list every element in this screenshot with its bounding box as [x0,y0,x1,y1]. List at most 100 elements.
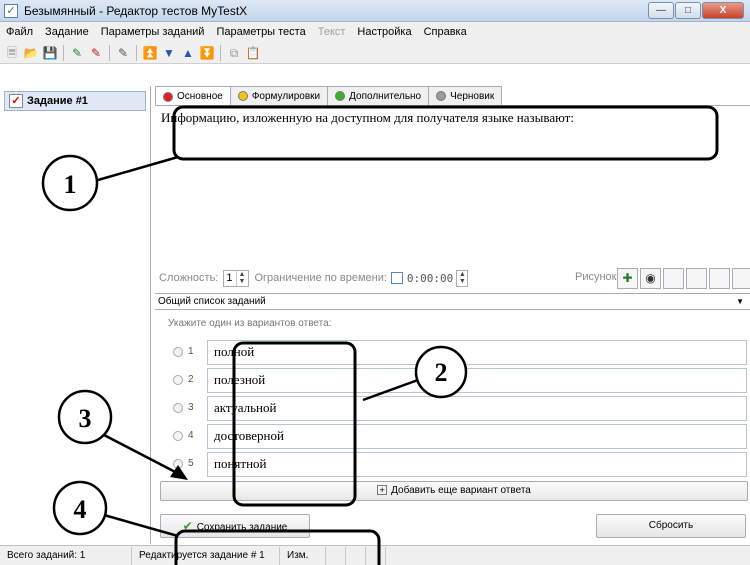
title-bar: ✓ Безымянный - Редактор тестов MyTestX —… [0,0,750,22]
toolbar-separator [63,44,64,61]
chevron-down-icon[interactable]: ▼ [736,294,744,309]
menu-test-params[interactable]: Параметры теста [216,26,305,38]
status-modified: Изм. [280,546,326,565]
status-bar: Всего заданий: 1 Редактируется задание #… [0,545,750,565]
reset-button[interactable]: Сбросить [596,514,746,538]
time-limit-value[interactable]: 0:00:00 [407,272,453,285]
tab-label: Формулировки [251,90,321,102]
answer-radio[interactable] [173,431,183,441]
picture-slot[interactable] [686,268,707,289]
open-folder-icon[interactable]: 📂 [23,45,39,61]
answer-radio[interactable] [173,403,183,413]
tab-bar: Основное Формулировки Дополнительно Черн… [155,86,503,106]
time-limit-checkbox[interactable] [390,272,403,284]
reset-label: Сбросить [648,520,694,531]
status-cell-empty [366,546,386,565]
tab-label: Черновик [450,90,495,102]
answer-field[interactable]: понятной [207,452,747,477]
answer-row: 4 достоверной [155,422,750,450]
red-dot-icon [163,91,173,102]
new-file-icon[interactable]: 🗏 [4,45,20,61]
menu-help[interactable]: Справка [424,26,467,38]
close-icon[interactable]: X [702,2,744,19]
answer-radio[interactable] [173,347,183,357]
menu-task-params[interactable]: Параметры заданий [101,26,205,38]
answer-row: 2 полезной [155,366,750,394]
question-text: Информацию, изложенную на доступном для … [161,110,574,125]
copy-icon[interactable]: ⧉ [226,45,242,61]
picture-label: Рисунок: [575,271,620,283]
answer-number: 4 [188,430,194,441]
answer-number: 5 [188,458,194,469]
plus-icon: + [377,485,388,495]
checkbox-icon: ✓ [4,4,18,18]
minimize-icon[interactable]: — [648,2,674,19]
maximize-icon[interactable]: □ [675,2,701,19]
add-task-icon[interactable]: ✎ [69,45,85,61]
tab-additional[interactable]: Дополнительно [327,86,430,105]
paste-icon[interactable]: 📋 [245,45,261,61]
task-list-item[interactable]: ✓ Задание #1 [4,91,146,111]
status-editing: Редактируется задание # 1 [132,546,280,565]
window-controls: — □ X [648,2,744,19]
tab-label: Основное [177,91,223,102]
picture-slot[interactable] [732,268,750,289]
answer-list: 1 полной 2 полезной 3 актуальной 4 досто… [155,338,750,478]
menu-settings[interactable]: Настройка [357,26,411,38]
camera-icon[interactable]: ◉ [640,268,661,289]
add-answer-label: Добавить еще вариант ответа [391,485,531,496]
save-icon[interactable]: 💾 [42,45,58,61]
save-task-button[interactable]: ✔ Сохранить задание [160,514,310,538]
task-list-select[interactable]: Общий список заданий ▼ [155,293,750,310]
tab-formulations[interactable]: Формулировки [229,86,329,105]
save-task-label: Сохранить задание [196,522,288,533]
tab-label: Дополнительно [349,90,422,102]
window-title: Безымянный - Редактор тестов MyTestX [24,4,248,18]
delete-task-icon[interactable]: ✎ [88,45,104,61]
task-icon[interactable]: ✎ [115,45,131,61]
answer-field[interactable]: актуальной [207,396,747,421]
answer-row: 1 полной [155,338,750,366]
answer-field[interactable]: полезной [207,368,747,393]
checkmark-icon: ✔ [182,519,193,533]
yellow-dot-icon [237,91,248,101]
answer-number: 3 [188,402,194,413]
last-icon[interactable]: ⏬ [199,45,215,61]
up-icon[interactable]: ▲ [180,45,196,61]
difficulty-value: 1 [226,272,233,284]
answer-row: 5 понятной [155,450,750,478]
toolbar-separator [109,44,110,61]
menu-text[interactable]: Текст [318,26,346,38]
spin-arrows-icon[interactable]: ▲ ▼ [457,271,467,286]
time-stepper[interactable]: ▲ ▼ [456,269,469,287]
answer-radio[interactable] [173,375,183,385]
picture-slot[interactable] [709,268,730,289]
add-answer-button[interactable]: + Добавить еще вариант ответа [160,481,748,501]
difficulty-stepper[interactable]: 1 ▲ ▼ [223,269,250,287]
tab-draft[interactable]: Черновик [428,86,503,105]
answer-field[interactable]: достоверной [207,424,747,449]
status-cell-empty [326,546,346,565]
picture-slot[interactable] [663,268,684,289]
task-params-row: Сложность: 1 ▲ ▼ Ограничение по времени: … [155,267,750,289]
add-picture-icon[interactable]: ✚ [617,268,638,289]
green-dot-icon [335,91,346,101]
task-list-select-value: Общий список заданий [158,296,266,307]
question-editor[interactable]: Информацию, изложенную на доступном для … [155,105,750,263]
down-icon[interactable]: ▼ [161,45,177,61]
answer-number: 2 [188,374,194,385]
spin-arrows-icon[interactable]: ▲ ▼ [236,270,246,286]
menu-file[interactable]: Файл [6,26,33,38]
status-cell-empty [346,546,366,565]
toolbar-separator [136,44,137,61]
answer-hint: Укажите один из вариантов ответа: [168,318,332,329]
toolbar-separator [220,44,221,61]
task-list-item-label: Задание #1 [27,95,88,107]
task-list-panel: ✓ Задание #1 [0,86,151,544]
first-icon[interactable]: ⏫ [142,45,158,61]
answer-radio[interactable] [173,459,183,469]
answer-field[interactable]: полной [207,340,747,365]
menu-task[interactable]: Задание [45,26,89,38]
tab-main[interactable]: Основное [155,86,231,106]
picture-buttons: ✚ ◉ [617,268,750,289]
